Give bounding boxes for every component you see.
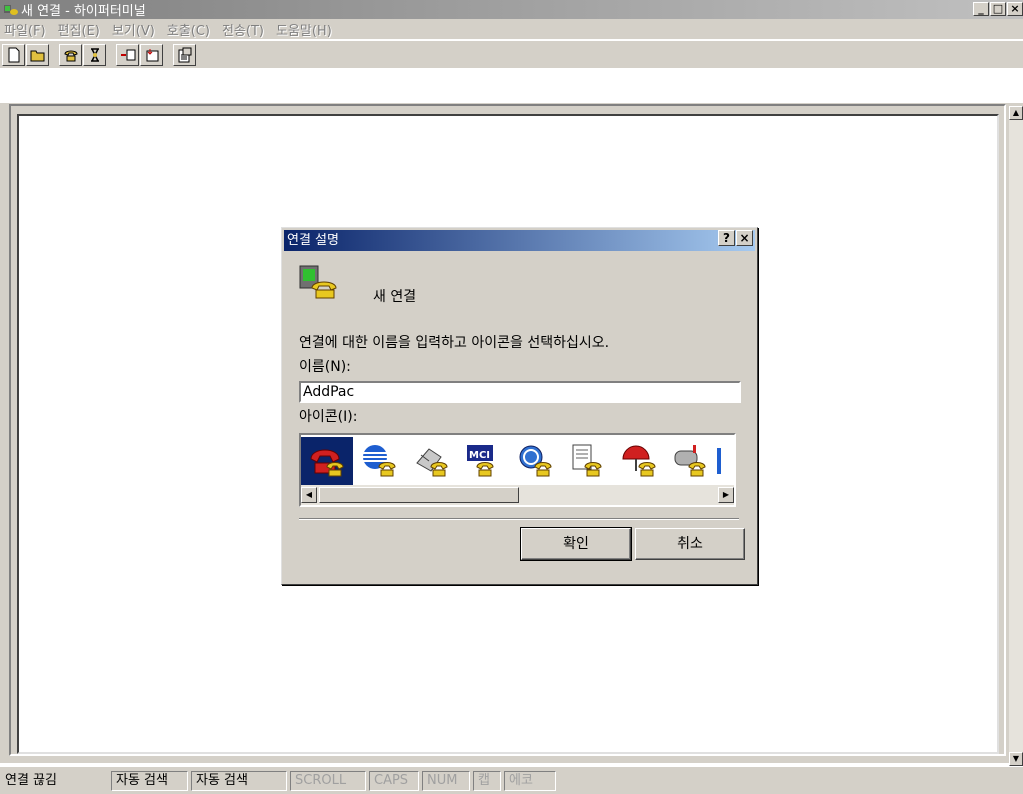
window-titlebar: 새 연결 - 하이퍼터미널 _ □ × bbox=[0, 0, 1023, 19]
menu-file[interactable]: 파일(F) bbox=[0, 20, 52, 39]
status-capture: 캡 bbox=[473, 770, 501, 791]
open-button[interactable] bbox=[26, 43, 49, 66]
fax-phone-icon bbox=[416, 448, 448, 477]
horizontal-scrollbar[interactable]: ◀ ▶ bbox=[301, 485, 734, 505]
send-icon bbox=[120, 49, 135, 60]
new-connection-label: 새 연결 bbox=[373, 289, 417, 305]
umbrella-phone-icon bbox=[622, 445, 656, 477]
vertical-scrollbar[interactable]: ▲ ▼ bbox=[1009, 106, 1023, 766]
dialog-divider bbox=[299, 518, 739, 520]
dialog-title: 연결 설명 bbox=[287, 233, 339, 248]
status-autodetect-2: 자동 검색 bbox=[191, 770, 287, 791]
icon-list[interactable]: MCI ◀ ▶ bbox=[299, 433, 736, 507]
cancel-button[interactable]: 취소 bbox=[635, 528, 745, 560]
receive-button[interactable] bbox=[140, 43, 163, 66]
icon-option-globe[interactable] bbox=[353, 437, 405, 485]
connection-icon bbox=[299, 265, 337, 299]
call-button[interactable] bbox=[59, 43, 82, 66]
window-title: 새 연결 - 하이퍼터미널 bbox=[21, 4, 146, 19]
open-folder-icon bbox=[30, 50, 44, 61]
name-input[interactable] bbox=[299, 381, 741, 403]
status-echo: 에코 bbox=[504, 770, 556, 791]
ok-button[interactable]: 확인 bbox=[520, 527, 632, 561]
menu-transfer[interactable]: 전송(T) bbox=[216, 20, 270, 39]
menu-edit[interactable]: 편집(E) bbox=[52, 20, 106, 39]
new-button[interactable] bbox=[2, 43, 25, 66]
icon-option-fax[interactable] bbox=[405, 437, 457, 485]
dial-icon bbox=[63, 50, 78, 61]
dialog-close-button[interactable]: × bbox=[736, 230, 753, 246]
dialog-titlebar: 연결 설명 bbox=[284, 230, 755, 251]
hyperterminal-icon bbox=[4, 4, 18, 15]
icon-option-mailbox[interactable] bbox=[665, 437, 717, 485]
scroll-thumb[interactable] bbox=[319, 487, 519, 503]
properties-button[interactable] bbox=[173, 43, 196, 66]
status-autodetect-1: 자동 검색 bbox=[111, 770, 188, 791]
disconnect-button[interactable] bbox=[83, 43, 106, 66]
status-num: NUM bbox=[422, 770, 470, 791]
menu-view[interactable]: 보기(V) bbox=[106, 20, 161, 39]
maximize-button[interactable]: □ bbox=[990, 2, 1006, 16]
icon-option-document[interactable] bbox=[561, 437, 613, 485]
statusbar: 연결 끊김 자동 검색 자동 검색 SCROLL CAPS NUM 캡 에코 bbox=[0, 766, 1023, 794]
disconnect-icon bbox=[90, 47, 99, 62]
receive-icon bbox=[146, 48, 158, 61]
icon-option-umbrella[interactable] bbox=[613, 437, 665, 485]
scroll-left-icon[interactable]: ◀ bbox=[301, 487, 317, 503]
mci-phone-icon: MCI bbox=[467, 445, 494, 477]
scroll-right-icon[interactable]: ▶ bbox=[718, 487, 734, 503]
scroll-up-icon[interactable]: ▲ bbox=[1009, 106, 1023, 120]
icon-option-red-phone[interactable] bbox=[301, 437, 353, 485]
icon-label: 아이콘(I): bbox=[299, 409, 358, 425]
toolbar bbox=[0, 40, 1023, 68]
scroll-down-icon[interactable]: ▼ bbox=[1009, 752, 1023, 766]
globe-phone-icon bbox=[363, 445, 396, 477]
status-scroll: SCROLL bbox=[290, 770, 366, 791]
new-document-icon bbox=[8, 47, 19, 62]
icon-option-partial[interactable] bbox=[717, 437, 729, 485]
minimize-button[interactable]: _ bbox=[973, 2, 989, 16]
icon-option-mci[interactable]: MCI bbox=[457, 437, 509, 485]
ge-phone-icon bbox=[519, 445, 552, 477]
status-connection: 연결 끊김 bbox=[5, 772, 57, 788]
document-phone-icon bbox=[572, 444, 602, 477]
status-caps: CAPS bbox=[369, 770, 419, 791]
mailbox-phone-icon bbox=[674, 445, 706, 477]
properties-icon bbox=[178, 47, 191, 62]
menubar: 파일(F) 편집(E) 보기(V) 호출(C) 전송(T) 도움말(H) bbox=[0, 19, 1023, 39]
name-label: 이름(N): bbox=[299, 359, 351, 375]
svg-text:MCI: MCI bbox=[469, 450, 490, 461]
close-button[interactable]: × bbox=[1007, 2, 1023, 16]
help-button[interactable]: ? bbox=[718, 230, 735, 246]
send-button[interactable] bbox=[116, 43, 139, 66]
menu-help[interactable]: 도움말(H) bbox=[270, 20, 338, 39]
red-phone-icon bbox=[310, 449, 344, 477]
icon-option-ge[interactable] bbox=[509, 437, 561, 485]
connection-description-dialog: 연결 설명 ? × 새 연결 연결에 대한 이름을 입력하고 아이콘을 선택하십… bbox=[281, 227, 758, 585]
menu-call[interactable]: 호출(C) bbox=[161, 20, 216, 39]
instruction-text: 연결에 대한 이름을 입력하고 아이콘을 선택하십시오. bbox=[299, 335, 610, 351]
